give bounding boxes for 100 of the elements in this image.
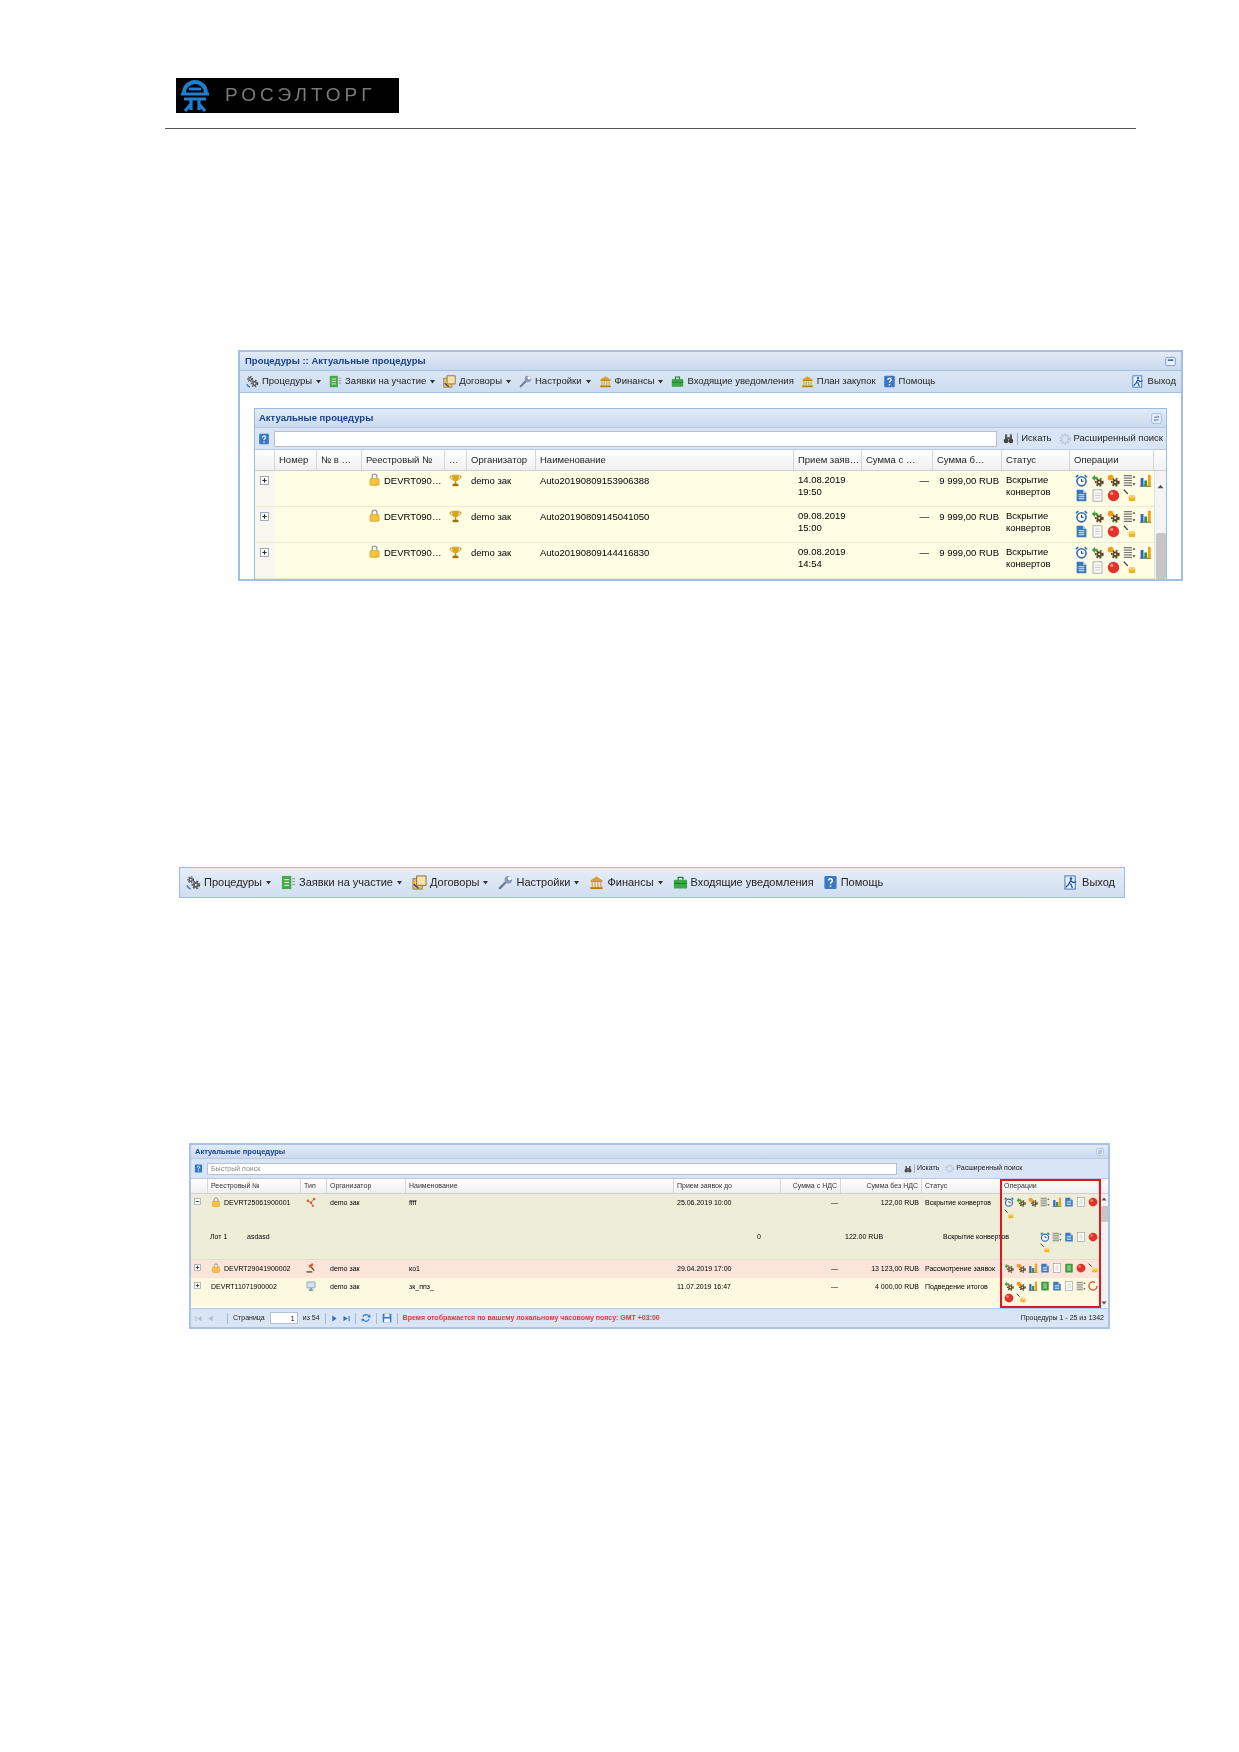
ball-icon[interactable] — [1004, 1292, 1014, 1303]
column-header[interactable]: Операции — [1070, 450, 1154, 470]
help-icon — [822, 875, 838, 890]
list-icon[interactable] — [1052, 1232, 1062, 1242]
list-icon[interactable] — [1076, 1280, 1086, 1291]
expand-toggle[interactable] — [194, 1281, 201, 1289]
search-button[interactable]: Искать — [1003, 431, 1052, 446]
scroll-down-icon[interactable] — [1101, 1300, 1107, 1306]
alarm-clock-icon[interactable] — [1040, 1232, 1050, 1242]
column-header[interactable]: Сумма с … — [862, 450, 933, 470]
scrollbar-thumb[interactable] — [1155, 533, 1166, 579]
price-with-vat: — — [919, 547, 929, 558]
column-header[interactable]: Номер — [275, 450, 317, 470]
procedure-name: Auto20190809144416830 — [540, 547, 650, 558]
pencil-cylinder-icon[interactable] — [1123, 525, 1136, 538]
pencil-cylinder-icon[interactable] — [1016, 1292, 1026, 1303]
help-icon[interactable] — [194, 1164, 203, 1173]
menu-button[interactable]: Договоры — [443, 374, 512, 389]
table-row[interactable]: DEVRT090… demo зак Auto20190809144416830 09.08.2019 14:54 — 9 999,00 RUB Вскрытие конвертов — [255, 543, 1154, 579]
scrollbar[interactable] — [1099, 1194, 1108, 1308]
trophy-icon — [449, 474, 462, 487]
next-page-icon[interactable] — [330, 1314, 338, 1322]
toolbar-button[interactable]: Помощь — [882, 374, 936, 389]
exit-button[interactable]: Выход — [1064, 874, 1115, 891]
menu-button[interactable]: Финансы — [598, 374, 665, 389]
pencil-cylinder-icon[interactable] — [1088, 1263, 1098, 1273]
ball-icon[interactable] — [1088, 1197, 1098, 1207]
menu-button[interactable]: Заявки на участие — [329, 374, 437, 389]
pencil-cylinder-icon[interactable] — [1040, 1243, 1050, 1253]
document-icon[interactable] — [1075, 489, 1088, 502]
menu-button[interactable]: Финансы — [589, 874, 664, 891]
document-icon[interactable] — [1064, 1197, 1074, 1207]
collapse-toggle[interactable] — [194, 1198, 201, 1205]
column-header[interactable]: … — [445, 450, 467, 470]
document-icon[interactable] — [1075, 561, 1088, 574]
toolbar-button[interactable]: Входящие уведомления — [671, 374, 794, 389]
ball-icon[interactable] — [1076, 1263, 1086, 1273]
expand-toggle[interactable] — [260, 548, 269, 557]
pencil-cylinder-icon[interactable] — [1004, 1209, 1014, 1219]
ball-icon[interactable] — [1088, 1232, 1098, 1242]
bar-chart-icon[interactable] — [1139, 546, 1152, 559]
menu-button[interactable]: Настройки — [519, 374, 592, 389]
table-row[interactable]: DEVRT090… demo зак Auto20190809145041050 09.08.2019 15:00 — 9 999,00 RUB Вскрытие конвертов — [255, 507, 1154, 543]
minimize-icon[interactable] — [1165, 355, 1176, 367]
bar-chart-icon[interactable] — [1139, 510, 1152, 523]
bar-chart-icon[interactable] — [1139, 474, 1152, 487]
last-page-icon[interactable] — [342, 1314, 350, 1322]
column-header[interactable]: Реестровый № — [362, 450, 445, 470]
column-header[interactable]: Сумма б… — [933, 450, 1002, 470]
menu-button[interactable]: Процедуры — [186, 874, 272, 891]
alarm-clock-icon[interactable] — [1075, 510, 1088, 523]
scroll-up-icon[interactable] — [1101, 1196, 1107, 1202]
ball-icon[interactable] — [1107, 561, 1120, 574]
pencil-cylinder-icon[interactable] — [1123, 489, 1136, 502]
menu-button[interactable]: Заявки на участие — [281, 874, 403, 891]
search-field[interactable] — [274, 430, 998, 447]
sheet-icon[interactable] — [1064, 1263, 1074, 1273]
alarm-clock-icon[interactable] — [1075, 546, 1088, 559]
bar-chart-icon[interactable] — [1052, 1197, 1062, 1207]
scroll-up-icon[interactable] — [1157, 483, 1164, 490]
column-header[interactable]: Организатор — [467, 450, 536, 470]
list-icon[interactable] — [1123, 474, 1136, 487]
document-icon[interactable] — [1052, 1280, 1062, 1291]
pencil-cylinder-icon[interactable] — [1123, 561, 1136, 574]
document-icon[interactable] — [1040, 1263, 1050, 1273]
document-icon[interactable] — [1075, 525, 1088, 538]
sheet-icon[interactable] — [1040, 1280, 1050, 1291]
column-header[interactable]: Прием заяв… — [794, 450, 862, 470]
advanced-search-button[interactable]: Расширенный поиск — [1058, 431, 1163, 446]
exit-button[interactable]: Выход — [1131, 374, 1176, 389]
column-header[interactable]: № в … — [317, 450, 362, 470]
ring-icon[interactable] — [1088, 1280, 1098, 1291]
menu-button[interactable]: Договоры — [412, 874, 490, 891]
scrollbar-thumb[interactable] — [1100, 1206, 1108, 1222]
menu-button[interactable]: Настройки — [498, 874, 581, 891]
list-icon[interactable] — [1123, 510, 1136, 523]
organizer-name: demo зак — [471, 475, 512, 486]
list-icon[interactable] — [1123, 546, 1136, 559]
expand-toggle[interactable] — [260, 512, 269, 521]
table-row[interactable]: DEVRT090… demo зак Auto20190809153906388 14.08.2019 19:50 — 9 999,00 RUB Вскрытие конвертов — [255, 471, 1154, 507]
toolbar-button[interactable]: Помощь — [822, 874, 884, 891]
toolbar-button[interactable]: План закупок — [800, 374, 876, 389]
ball-icon[interactable] — [1107, 525, 1120, 538]
ball-icon[interactable] — [1107, 489, 1120, 502]
save-icon[interactable] — [381, 1313, 392, 1323]
column-header[interactable]: Наименование — [536, 450, 794, 470]
scrollbar[interactable] — [1154, 471, 1166, 579]
help-icon[interactable] — [258, 432, 270, 445]
refresh-icon[interactable] — [360, 1313, 371, 1323]
alarm-clock-icon[interactable] — [1004, 1197, 1014, 1207]
expand-toggle[interactable] — [260, 476, 269, 485]
menu-button[interactable]: Процедуры — [246, 374, 323, 389]
bar-chart-icon[interactable] — [1028, 1280, 1038, 1291]
expand-toggle[interactable] — [194, 1264, 201, 1271]
document-icon[interactable] — [1064, 1232, 1074, 1242]
toolbar-button[interactable]: Входящие уведомления — [672, 874, 814, 891]
column-header[interactable]: Статус — [1002, 450, 1070, 470]
alarm-clock-icon[interactable] — [1075, 474, 1088, 487]
refresh-icon[interactable] — [1151, 412, 1162, 424]
bar-chart-icon[interactable] — [1028, 1263, 1038, 1273]
